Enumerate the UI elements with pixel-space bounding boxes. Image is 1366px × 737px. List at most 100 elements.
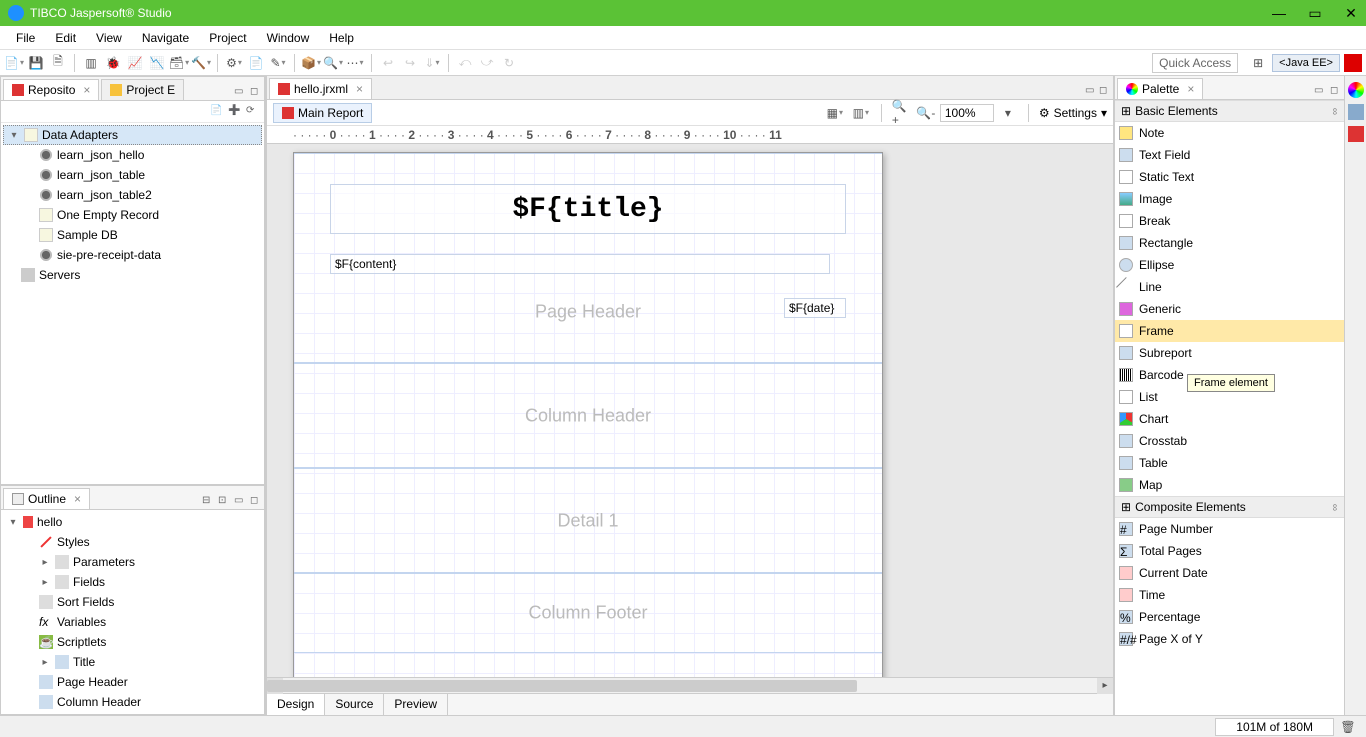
palette-rectangle[interactable]: Rectangle xyxy=(1115,232,1344,254)
outline-item[interactable]: ☕Scriptlets xyxy=(3,632,262,652)
report-page[interactable]: $F{title} $F{content} $F{date} Page Head… xyxy=(293,152,883,677)
gc-icon[interactable]: 🗑 xyxy=(1338,717,1358,737)
grid-button[interactable]: ▥ xyxy=(851,103,871,123)
tab-design[interactable]: Design xyxy=(267,694,325,715)
palette-table[interactable]: Table xyxy=(1115,452,1344,474)
datasource-button[interactable]: 🗃 xyxy=(169,53,189,73)
palette-pagenumber[interactable]: #Page Number xyxy=(1115,518,1344,540)
save-all-button[interactable]: 🗎 xyxy=(48,53,68,73)
tab-source[interactable]: Source xyxy=(325,694,384,715)
close-icon[interactable]: × xyxy=(74,492,81,506)
zoom-input[interactable] xyxy=(940,104,994,122)
report-canvas[interactable]: $F{title} $F{content} $F{date} Page Head… xyxy=(267,144,1113,677)
outline-tree-icon[interactable]: ⊟ xyxy=(202,495,216,509)
search-button[interactable]: 🔍 xyxy=(323,53,343,73)
palette-statictext[interactable]: Static Text xyxy=(1115,166,1344,188)
palette-section-basic[interactable]: ⊞Basic Elements xyxy=(1115,100,1344,122)
field-date[interactable]: $F{date} xyxy=(784,298,846,318)
outline-item[interactable]: Sort Fields xyxy=(3,592,262,612)
save-button[interactable]: 💾 xyxy=(26,53,46,73)
palette-section-composite[interactable]: ⊞Composite Elements xyxy=(1115,496,1344,518)
minimize-icon[interactable]: ▭ xyxy=(1085,85,1099,99)
tree-item[interactable]: learn_json_table2 xyxy=(3,185,262,205)
scroll-thumb[interactable] xyxy=(267,680,857,692)
scroll-right-icon[interactable]: ▸ xyxy=(1097,678,1113,694)
settings-button[interactable]: ⚙Settings▾ xyxy=(1039,106,1107,120)
dataset-button[interactable]: ▦ xyxy=(825,103,845,123)
outline-item[interactable]: Column Header xyxy=(3,692,262,712)
tab-outline[interactable]: Outline× xyxy=(3,488,90,509)
memory-indicator[interactable]: 101M of 180M xyxy=(1215,718,1334,736)
menu-help[interactable]: Help xyxy=(321,28,362,48)
outline-root[interactable]: ▾hello xyxy=(3,512,262,532)
zoom-dropdown-icon[interactable]: ▾ xyxy=(998,103,1018,123)
tab-palette[interactable]: Palette× xyxy=(1117,78,1203,99)
down-button[interactable]: ⇓ xyxy=(422,53,442,73)
close-button[interactable]: ✕ xyxy=(1344,6,1358,20)
palette-generic[interactable]: Generic xyxy=(1115,298,1344,320)
editor-tab[interactable]: hello.jrxml× xyxy=(269,78,372,99)
outline-list-icon[interactable]: ⊡ xyxy=(218,495,232,509)
minimize-button[interactable]: — xyxy=(1272,6,1286,20)
new-server-icon[interactable]: ➕ xyxy=(228,105,242,119)
menu-window[interactable]: Window xyxy=(259,28,318,48)
close-icon[interactable]: × xyxy=(1187,82,1194,96)
minibar-icon[interactable] xyxy=(1348,104,1364,120)
refresh-icon[interactable]: ⟳ xyxy=(246,105,260,119)
minimize-icon[interactable]: ▭ xyxy=(234,495,248,509)
tab-project-explorer[interactable]: Project E xyxy=(101,79,184,100)
zoom-in-icon[interactable]: 🔍+ xyxy=(892,103,912,123)
perspective-jasper-icon[interactable] xyxy=(1344,54,1362,72)
run-button[interactable]: ⚙ xyxy=(224,53,244,73)
menu-project[interactable]: Project xyxy=(201,28,254,48)
palette-time[interactable]: Time xyxy=(1115,584,1344,606)
field-title[interactable]: $F{title} xyxy=(330,184,846,234)
minibar-icon[interactable] xyxy=(1348,82,1364,98)
minibar-icon[interactable] xyxy=(1348,126,1364,142)
field-content[interactable]: $F{content} xyxy=(330,254,830,274)
outline-item[interactable]: Styles xyxy=(3,532,262,552)
palette-line[interactable]: Line xyxy=(1115,276,1344,298)
chart2-icon[interactable]: 📉 xyxy=(147,53,167,73)
tab-preview[interactable]: Preview xyxy=(384,694,448,715)
menu-view[interactable]: View xyxy=(88,28,130,48)
outline-item[interactable]: ▸Parameters xyxy=(3,552,262,572)
close-icon[interactable]: × xyxy=(83,83,90,97)
menu-navigate[interactable]: Navigate xyxy=(134,28,197,48)
palette-image[interactable]: Image xyxy=(1115,188,1344,210)
maximize-icon[interactable]: ◻ xyxy=(1099,85,1113,99)
tree-item[interactable]: sie-pre-receipt-data xyxy=(3,245,262,265)
zoom-out-icon[interactable]: 🔍- xyxy=(916,103,936,123)
menu-file[interactable]: File xyxy=(8,28,43,48)
open-perspective-icon[interactable]: ⊞ xyxy=(1248,53,1268,73)
minimize-icon[interactable]: ▭ xyxy=(1314,85,1328,99)
perspective-javaee[interactable]: <Java EE> xyxy=(1272,54,1340,72)
menu-edit[interactable]: Edit xyxy=(47,28,84,48)
tree-item[interactable]: learn_json_hello xyxy=(3,145,262,165)
new-adapter-icon[interactable]: 📄 xyxy=(210,105,224,119)
undo-button[interactable]: ⤺ xyxy=(455,53,475,73)
palette-pagexofy[interactable]: #/#Page X of Y xyxy=(1115,628,1344,650)
tab-repository[interactable]: Reposito× xyxy=(3,79,99,100)
maximize-icon[interactable]: ◻ xyxy=(1330,85,1344,99)
compile-button[interactable]: 🔨 xyxy=(191,53,211,73)
palette-crosstab[interactable]: Crosstab xyxy=(1115,430,1344,452)
outline-item[interactable]: ▸Title xyxy=(3,652,262,672)
palette-ellipse[interactable]: Ellipse xyxy=(1115,254,1344,276)
palette-subreport[interactable]: Subreport xyxy=(1115,342,1344,364)
palette-chart[interactable]: Chart xyxy=(1115,408,1344,430)
new-button[interactable]: 📄 xyxy=(4,53,24,73)
tree-servers[interactable]: Servers xyxy=(3,265,262,285)
pencil-button[interactable]: ✎ xyxy=(268,53,288,73)
palette-break[interactable]: Break xyxy=(1115,210,1344,232)
minimize-icon[interactable]: ▭ xyxy=(234,86,248,100)
tree-data-adapters[interactable]: ▾Data Adapters xyxy=(3,125,262,145)
maximize-button[interactable]: ▭ xyxy=(1308,6,1322,20)
palette-percentage[interactable]: %Percentage xyxy=(1115,606,1344,628)
redo-button[interactable]: ⤻ xyxy=(477,53,497,73)
palette-note[interactable]: Note xyxy=(1115,122,1344,144)
outline-item[interactable]: ▸Fields xyxy=(3,572,262,592)
close-icon[interactable]: × xyxy=(356,82,363,96)
chart-icon[interactable]: 📈 xyxy=(125,53,145,73)
palette-frame[interactable]: Frame xyxy=(1115,320,1344,342)
